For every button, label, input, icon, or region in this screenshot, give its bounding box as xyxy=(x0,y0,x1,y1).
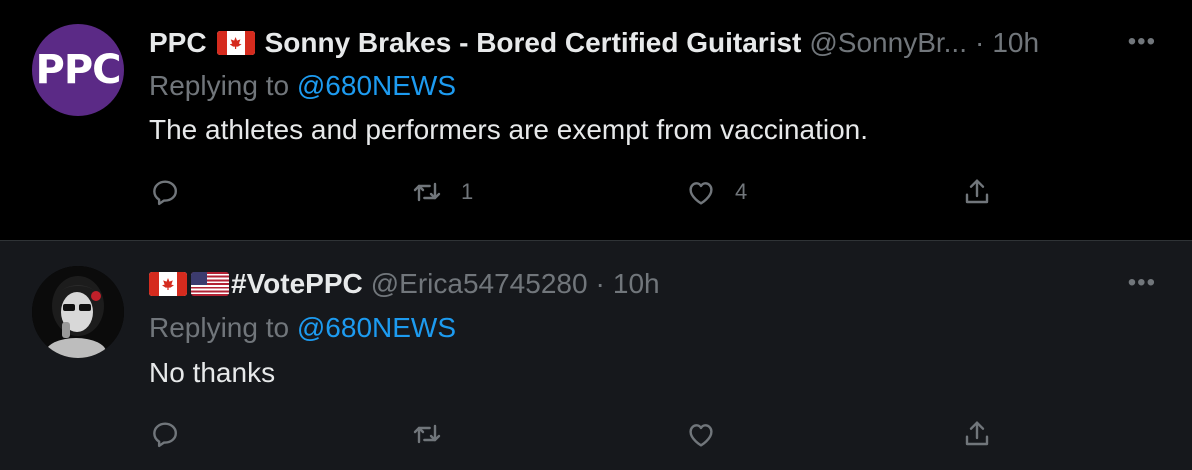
like-button[interactable]: 4 xyxy=(685,176,747,208)
timestamp[interactable]: 10h xyxy=(992,27,1039,59)
user-handle[interactable]: @Erica54745280 xyxy=(371,268,588,300)
retweet-button[interactable]: 1 xyxy=(411,176,473,208)
tweet-header: #VotePPC @Erica54745280 · 10h xyxy=(149,267,660,301)
tweet-actions xyxy=(149,418,1009,454)
display-name-prefix: PPC xyxy=(149,27,207,58)
share-icon xyxy=(965,421,989,446)
avatar[interactable] xyxy=(32,266,124,358)
like-button[interactable] xyxy=(685,418,717,450)
separator-dot: · xyxy=(974,27,985,58)
replying-to: Replying to @680NEWS xyxy=(149,312,456,344)
share-button[interactable] xyxy=(961,418,993,450)
display-name[interactable]: PPC Sonny Brakes - Bored Certified Guita… xyxy=(149,27,801,59)
canada-flag-icon xyxy=(149,272,187,296)
more-options-icon[interactable]: ••• xyxy=(1128,28,1156,56)
mention-link[interactable]: @680NEWS xyxy=(297,312,456,343)
reply-button[interactable] xyxy=(149,176,181,208)
retweet-count: 1 xyxy=(461,179,474,204)
like-icon xyxy=(689,182,713,205)
retweet-icon xyxy=(413,424,441,444)
tweet-header: PPC Sonny Brakes - Bored Certified Guita… xyxy=(149,26,1039,60)
reply-icon xyxy=(153,422,177,448)
canada-flag-icon xyxy=(216,31,255,55)
us-flag-icon xyxy=(191,272,229,296)
replying-to-label: Replying to xyxy=(149,70,290,101)
like-count: 4 xyxy=(735,179,748,204)
reply-button[interactable] xyxy=(149,418,181,450)
share-button[interactable] xyxy=(961,176,993,208)
display-name[interactable]: #VotePPC xyxy=(149,268,363,300)
mention-link[interactable]: @680NEWS xyxy=(297,70,456,101)
like-icon xyxy=(689,424,713,447)
replying-to: Replying to @680NEWS xyxy=(149,70,456,102)
tweet[interactable]: PPC PPC Sonny Brakes - Bored Certified G… xyxy=(0,0,1192,240)
tweet-actions: 1 4 xyxy=(149,176,1009,212)
avatar-image xyxy=(32,266,124,358)
replying-to-label: Replying to xyxy=(149,312,290,343)
display-name-text: #VotePPC xyxy=(231,268,363,299)
display-name-suffix: Sonny Brakes - Bored Certified Guitarist xyxy=(264,27,802,58)
user-handle[interactable]: @SonnyBr... xyxy=(809,27,967,59)
share-icon xyxy=(965,179,989,204)
reply-icon xyxy=(153,180,177,206)
tweet-text: The athletes and performers are exempt f… xyxy=(149,114,869,145)
more-options-icon[interactable]: ••• xyxy=(1128,269,1156,297)
timestamp[interactable]: 10h xyxy=(613,268,660,300)
ppc-logo: PPC xyxy=(35,47,122,93)
retweet-button[interactable] xyxy=(411,418,443,450)
tweet[interactable]: #VotePPC @Erica54745280 · 10h ••• Replyi… xyxy=(0,241,1192,470)
avatar[interactable]: PPC xyxy=(32,24,124,116)
retweet-icon xyxy=(413,182,441,202)
tweet-text: No thanks xyxy=(149,357,276,388)
separator-dot: · xyxy=(595,268,605,299)
